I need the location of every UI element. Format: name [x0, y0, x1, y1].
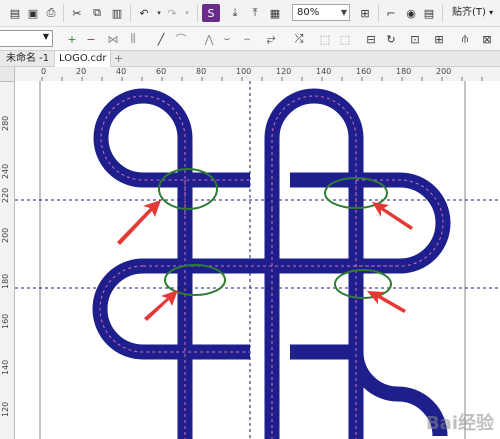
- cut-icon[interactable]: ✂: [68, 4, 86, 22]
- separator: [63, 4, 64, 22]
- rotate-nodes-icon[interactable]: ⬚: [336, 30, 354, 48]
- ruler-label: 40: [116, 67, 127, 76]
- ruler-label: 140: [316, 67, 332, 76]
- separator: [130, 4, 131, 22]
- ruler-label: 0: [41, 67, 47, 76]
- stretch-nodes-icon[interactable]: ⬚: [316, 30, 334, 48]
- tab-label: LOGO.cdr: [59, 53, 107, 64]
- print-icon[interactable]: ⎙: [42, 4, 60, 22]
- reflect-nodes-icon[interactable]: ↻: [382, 30, 400, 48]
- ruler-ticks: [41, 77, 483, 81]
- drawing-canvas[interactable]: Bai经验: [15, 81, 500, 439]
- ruler-origin[interactable]: [0, 67, 15, 82]
- ruler-label: 120: [276, 67, 292, 76]
- vertical-ruler[interactable]: 280 240 220 200 180 160 140 120: [0, 67, 15, 439]
- knot-logo-drawing[interactable]: [15, 81, 500, 439]
- property-bar: ▼ + − ⋈ ⫼ ╱ ⌒ ⋀ ⌣ ⌢ ⥂ ⤮ ⬚ ⬚ ⊟ ↻ ⊡ ⊞ ⫛ ⊠: [0, 27, 500, 51]
- copy-icon[interactable]: ⧉: [88, 4, 106, 22]
- horizontal-ruler[interactable]: 0 20 40 60 80 100 120 140 160 180 200: [14, 67, 500, 82]
- ruler-label: 80: [196, 67, 207, 76]
- export-icon[interactable]: ⤒: [246, 4, 264, 22]
- chevron-down-icon: ▼: [340, 8, 347, 17]
- redo-dropdown-icon[interactable]: ▾: [178, 4, 196, 22]
- select-all-nodes-icon[interactable]: ⊞: [430, 30, 448, 48]
- ruler-label: 180: [396, 67, 412, 76]
- to-curve-icon[interactable]: ⌒: [172, 30, 190, 48]
- show-rulers-icon[interactable]: ⌐: [382, 4, 400, 22]
- add-node-icon[interactable]: +: [63, 30, 81, 48]
- options-icon[interactable]: ▤: [420, 4, 438, 22]
- watermark-logo: Bai经验: [425, 413, 494, 434]
- ruler-label: 180: [1, 273, 10, 289]
- chevron-down-icon: ▾: [489, 8, 494, 17]
- ruler-label: 140: [1, 359, 10, 375]
- ruler-label: 200: [436, 67, 452, 76]
- align-nodes-icon[interactable]: ⊟: [362, 30, 380, 48]
- ruler-label: 280: [1, 115, 10, 131]
- ruler-label: 160: [356, 67, 372, 76]
- ruler-label: 20: [76, 67, 87, 76]
- ruler-label: 60: [156, 67, 167, 76]
- curve-smoothness-icon[interactable]: ⊠: [478, 30, 496, 48]
- break-curve-icon[interactable]: ⫼: [124, 30, 142, 48]
- to-line-icon[interactable]: ╱: [152, 30, 170, 48]
- reduce-nodes-icon[interactable]: ⫛: [456, 30, 474, 48]
- app-launcher-icon[interactable]: S: [202, 4, 220, 22]
- ruler-label: 240: [1, 163, 10, 179]
- new-tab-icon[interactable]: +: [110, 51, 127, 67]
- snap-to-menu[interactable]: 贴齐(T) ▾: [448, 4, 497, 21]
- knot-loop-bottom-right[interactable]: [290, 344, 448, 437]
- ruler-label: 120: [1, 401, 10, 417]
- import-icon[interactable]: ⤓: [226, 4, 244, 22]
- ruler-label: 160: [1, 313, 10, 329]
- chevron-down-icon: ▼: [42, 32, 49, 41]
- smooth-node-icon[interactable]: ⌣: [218, 30, 236, 48]
- delete-node-icon[interactable]: −: [82, 30, 100, 48]
- save-icon[interactable]: ▣: [24, 4, 42, 22]
- open-icon[interactable]: ▤: [6, 4, 24, 22]
- knot-loop-top-right[interactable]: [264, 88, 364, 209]
- tab-logo-cdr[interactable]: LOGO.cdr: [54, 50, 112, 67]
- standard-toolbar: ▤ ▣ ⎙ ✂ ⧉ ▥ ↶ ▾ ↷ ▾ S ⤓ ⤒ ▦ 80% ▼ ⊞ ⌐ ◉ …: [0, 0, 500, 27]
- publish-pdf-icon[interactable]: ▦: [266, 4, 284, 22]
- separator: [442, 4, 443, 22]
- snap-to-label: 贴齐(T): [452, 7, 486, 18]
- knot-loop-top-left[interactable]: [93, 88, 250, 215]
- document-tab-bar: 未命名 -1 LOGO.cdr +: [0, 50, 500, 67]
- reverse-direction-icon[interactable]: ⥂: [262, 30, 280, 48]
- ruler-label: 220: [1, 187, 10, 203]
- zoom-level-value: 80%: [297, 7, 320, 18]
- extend-curve-icon[interactable]: ⤮: [290, 30, 308, 48]
- node-type-select[interactable]: ▼: [0, 30, 53, 47]
- ruler-label: 200: [1, 227, 10, 243]
- full-screen-icon[interactable]: ⊞: [356, 4, 374, 22]
- separator: [378, 4, 379, 22]
- tab-untitled-1[interactable]: 未命名 -1: [2, 51, 53, 67]
- zoom-level-select[interactable]: 80% ▼: [292, 4, 350, 21]
- knot-loop-bottom-left[interactable]: [92, 258, 250, 360]
- tab-label: 未命名 -1: [6, 53, 50, 64]
- cusp-node-icon[interactable]: ⋀: [200, 30, 218, 48]
- view-icon[interactable]: ◉: [402, 4, 420, 22]
- elastic-mode-icon[interactable]: ⊡: [406, 30, 424, 48]
- knot-loop-right[interactable]: [356, 172, 451, 274]
- ruler-label: 100: [236, 67, 252, 76]
- symmetrical-node-icon[interactable]: ⌢: [238, 30, 256, 48]
- separator: [197, 4, 198, 22]
- paste-icon[interactable]: ▥: [108, 4, 126, 22]
- join-nodes-icon[interactable]: ⋈: [104, 30, 122, 48]
